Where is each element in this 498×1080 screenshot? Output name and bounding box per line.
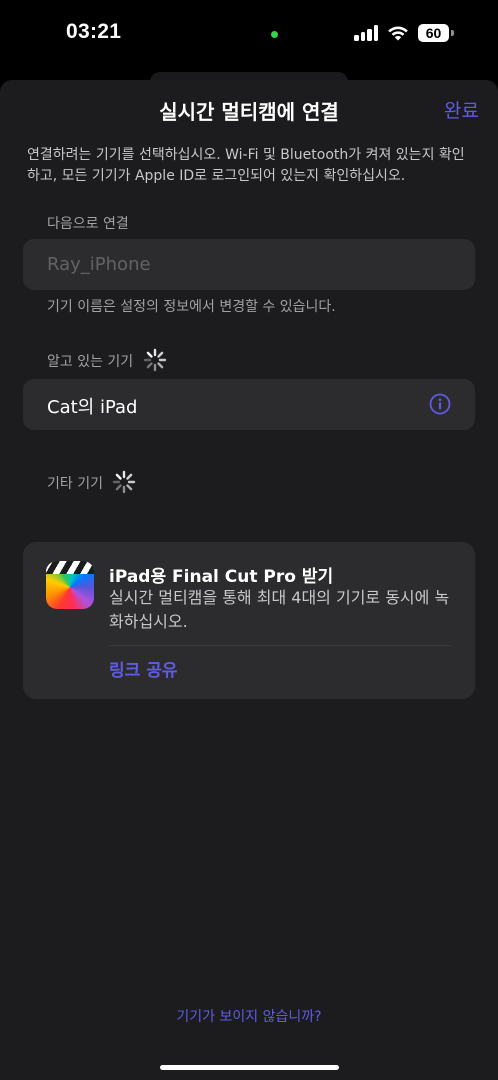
clapperboard-stripes	[46, 561, 94, 574]
share-link-button[interactable]: 링크 공유	[109, 656, 177, 681]
status-time: 03:21	[66, 20, 122, 43]
other-devices-spinner-icon	[112, 470, 136, 494]
promo-body: 실시간 멀티캠을 통해 최대 4대의 기기로 동시에 녹화하십시오.	[109, 588, 450, 631]
battery-icon: 60	[418, 24, 449, 42]
devices-not-visible-link[interactable]: 기기가 보이지 않습니까?	[0, 1006, 498, 1026]
known-devices-label: 알고 있는 기기	[47, 354, 134, 370]
instructions-text: 연결하려는 기기를 선택하십시오. Wi-Fi 및 Bluetooth가 켜져 …	[27, 147, 465, 184]
known-device-name: Cat의 iPad	[47, 397, 138, 418]
final-cut-promo-card: iPad용 Final Cut Pro 받기 실시간 멀티캠을 통해 최대 4대…	[23, 542, 475, 699]
promo-divider	[109, 645, 451, 646]
page-title: 실시간 멀티캠에 연결	[159, 100, 339, 124]
final-cut-pro-app-icon	[46, 561, 94, 609]
promo-title: iPad용 Final Cut Pro 받기	[109, 567, 334, 587]
done-button[interactable]: 완료	[444, 96, 479, 123]
cellular-signal-icon	[354, 25, 380, 41]
device-name-helper: 기기 이름은 설정의 정보에서 변경할 수 있습니다.	[47, 299, 336, 315]
camera-in-use-dot	[271, 31, 278, 38]
status-bar: 03:21 60	[0, 0, 498, 80]
device-name-field[interactable]	[23, 239, 475, 290]
known-device-row[interactable]: Cat의 iPad	[23, 379, 475, 430]
wifi-icon	[388, 26, 408, 41]
connect-as-label: 다음으로 연결	[47, 216, 129, 232]
home-indicator[interactable]	[160, 1065, 339, 1070]
battery-cap	[451, 30, 454, 36]
other-devices-label: 기타 기기	[47, 476, 103, 492]
known-devices-spinner-icon	[143, 348, 167, 372]
info-icon[interactable]	[429, 393, 451, 415]
